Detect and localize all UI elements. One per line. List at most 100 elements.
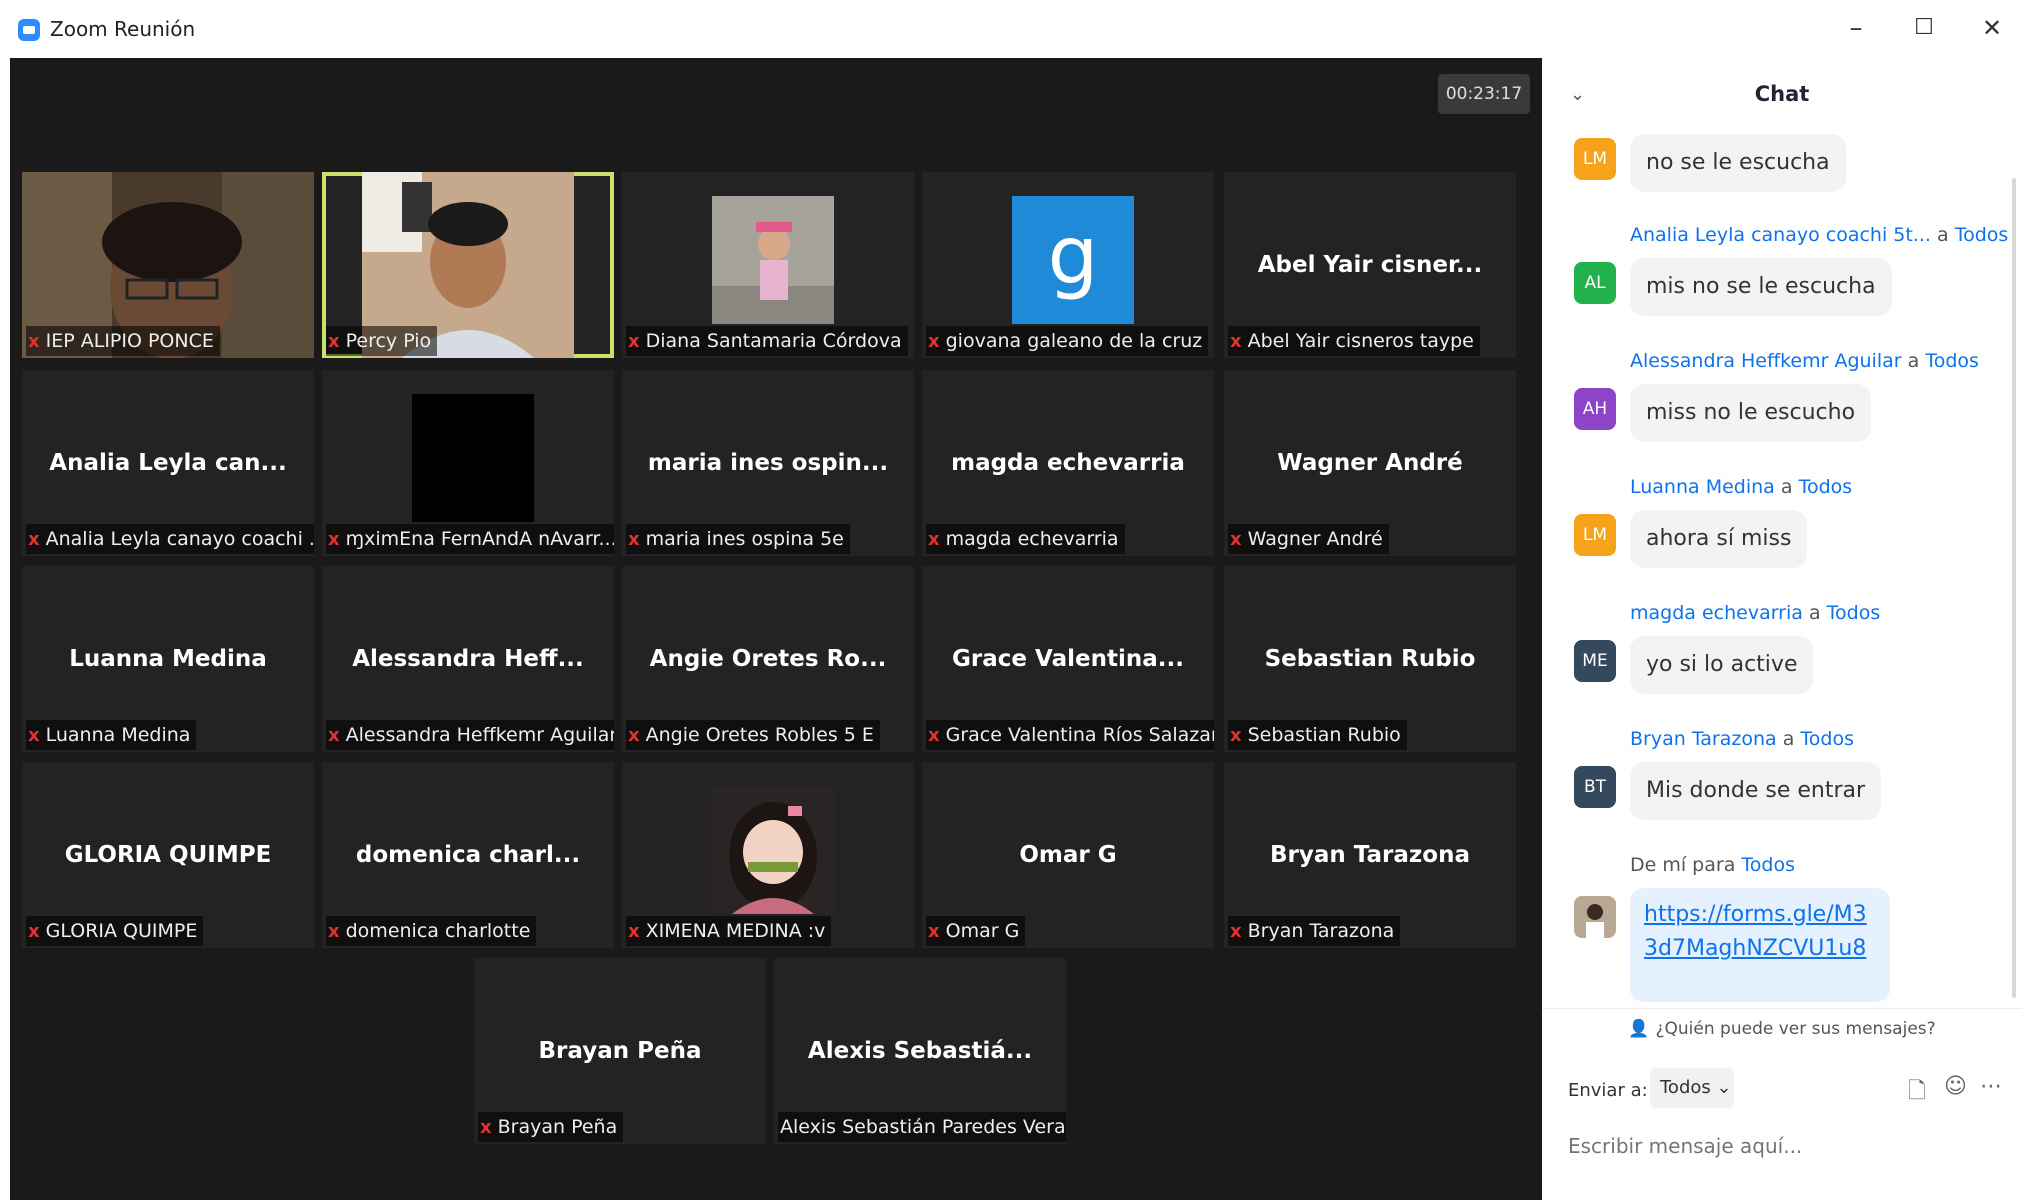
participant-display-name: Wagner André: [1277, 450, 1463, 476]
participant-tile[interactable]: Sebastian Rubio ⅹ Sebastian Rubio: [1224, 566, 1516, 752]
message-sender: magda echevarria a Todos: [1630, 602, 1881, 624]
avatar: LM: [1574, 514, 1616, 556]
participant-tile[interactable]: g ⅹ giovana galeano de la cruz: [922, 172, 1214, 358]
mic-muted-icon: ⅹ: [928, 921, 940, 942]
message-bubble: Mis donde se entrar: [1630, 762, 1882, 820]
participant-photo: [712, 196, 834, 324]
participant-display-name: GLORIA QUIMPE: [64, 842, 272, 868]
mic-muted-icon: ⅹ: [328, 921, 340, 942]
mic-muted-icon: ⅹ: [1230, 921, 1242, 942]
participant-display-name: maria ines ospin...: [647, 450, 889, 476]
own-avatar-photo: [1574, 896, 1616, 938]
message-sender: Analia Leyla canayo coachi 5t... a Todos: [1630, 224, 2009, 246]
participant-tile[interactable]: Brayan Peña ⅹ Brayan Peña: [474, 958, 766, 1144]
participant-display-name: Analia Leyla can...: [49, 450, 287, 476]
who-can-see-messages[interactable]: 👤 ¿Quién puede ver sus mensajes?: [1542, 1008, 2022, 1049]
participant-tile[interactable]: GLORIA QUIMPE ⅹ GLORIA QUIMPE: [22, 762, 314, 948]
participant-name-label: ⅹ magda echevarria: [926, 524, 1125, 554]
chat-title: Chat: [1754, 82, 1810, 106]
participant-name-label: ⅹ IEP ALIPIO PONCE: [26, 326, 220, 356]
participant-display-name: magda echevarria: [951, 450, 1185, 476]
participant-name-label: ⅹ XIMENA MEDINA :v: [626, 916, 832, 946]
mic-muted-icon: ⅹ: [328, 331, 340, 352]
message-sender: Bryan Tarazona a Todos: [1630, 728, 1854, 750]
participant-name-label: ⅹ Omar G: [926, 916, 1026, 946]
avatar: AH: [1574, 388, 1616, 430]
participant-tile[interactable]: ⅹ Diana Santamaria Córdova: [622, 172, 914, 358]
participant-name-label: ⅹ Bryan Tarazona: [1228, 916, 1401, 946]
zoom-logo-icon: [18, 19, 40, 41]
avatar: AL: [1574, 262, 1616, 304]
title-bar: Zoom Reunión – ☐ ✕: [0, 0, 2022, 59]
participant-tile[interactable]: Luanna Medina ⅹ Luanna Medina: [22, 566, 314, 752]
mic-muted-icon: ⅹ: [1230, 331, 1242, 352]
participant-name-label: ⅹ Percy Pio: [326, 326, 438, 356]
send-to-label: Enviar a:: [1568, 1080, 1648, 1101]
participant-display-name: Alexis Sebastiá...: [807, 1038, 1033, 1064]
participant-name-label: ⅹ Alessandra Heffkemr Aguilar: [326, 720, 614, 750]
participant-display-name: Sebastian Rubio: [1264, 646, 1476, 672]
file-icon[interactable]: 🗋: [1908, 1074, 1926, 1112]
participant-name-label: Alexis Sebastián Paredes Vera: [778, 1112, 1066, 1142]
participant-tile[interactable]: ⅹ ɱximEna FernAndA nAvarr...: [322, 370, 614, 556]
participant-tile[interactable]: Omar G ⅹ Omar G: [922, 762, 1214, 948]
participant-name-label: ⅹ Abel Yair cisneros taype: [1228, 326, 1480, 356]
message-link[interactable]: https://forms.gle/M33d7MaghNZCVU1u8: [1630, 888, 1890, 1002]
mic-muted-icon: ⅹ: [28, 529, 40, 550]
maximize-button[interactable]: ☐: [1902, 8, 1946, 48]
participant-tile[interactable]: Angie Oretes Ro... ⅹ Angie Oretes Robles …: [622, 566, 914, 752]
participant-tile[interactable]: Analia Leyla can... ⅹ Analia Leyla canayo…: [22, 370, 314, 556]
participant-tile[interactable]: ⅹ XIMENA MEDINA :v: [622, 762, 914, 948]
participant-display-name: domenica charl...: [355, 842, 581, 868]
participant-tile[interactable]: ⅹ IEP ALIPIO PONCE: [22, 172, 314, 358]
participant-display-name: Abel Yair cisner...: [1257, 252, 1483, 278]
message-sender: Alessandra Heffkemr Aguilar a Todos: [1630, 350, 1979, 372]
participant-name-label: ⅹ maria ines ospina 5e: [626, 524, 850, 554]
participant-name-label: ⅹ Grace Valentina Ríos Salazar: [926, 720, 1214, 750]
chat-message-input[interactable]: [1568, 1126, 1998, 1166]
participant-name-label: ⅹ Angie Oretes Robles 5 E: [626, 720, 880, 750]
participant-display-name: Bryan Tarazona: [1270, 842, 1470, 868]
participant-display-name: Luanna Medina: [69, 646, 267, 672]
chat-scrollbar[interactable]: [2012, 178, 2016, 998]
participant-tile[interactable]: maria ines ospin... ⅹ maria ines ospina 5…: [622, 370, 914, 556]
minimize-button[interactable]: –: [1834, 8, 1878, 48]
mic-muted-icon: ⅹ: [28, 331, 40, 352]
participant-tile-active-speaker[interactable]: ⅹ Percy Pio: [322, 172, 614, 358]
participant-tile[interactable]: Bryan Tarazona ⅹ Bryan Tarazona: [1224, 762, 1516, 948]
meeting-timer: 00:23:17: [1438, 74, 1530, 114]
avatar: ME: [1574, 640, 1616, 682]
participant-avatar: [412, 394, 534, 522]
mic-muted-icon: ⅹ: [28, 725, 40, 746]
more-icon[interactable]: ⋯: [1980, 1074, 2002, 1099]
send-to-dropdown[interactable]: Todos ⌄: [1650, 1068, 1734, 1108]
message-bubble: mis no se le escucha: [1630, 258, 1892, 316]
message-bubble: ahora sí miss: [1630, 510, 1808, 568]
close-button[interactable]: ✕: [1970, 8, 2014, 48]
participant-display-name: Alessandra Heff...: [352, 646, 584, 672]
participant-tile[interactable]: Alexis Sebastiá... Alexis Sebastián Pare…: [774, 958, 1066, 1144]
participant-name-label: ⅹ Diana Santamaria Córdova: [626, 326, 908, 356]
participant-tile[interactable]: domenica charl... ⅹ domenica charlotte: [322, 762, 614, 948]
participant-avatar: g: [1012, 196, 1134, 324]
participant-tile[interactable]: Alessandra Heff... ⅹ Alessandra Heffkemr …: [322, 566, 614, 752]
participant-photo: [712, 786, 834, 914]
avatar: LM: [1574, 138, 1616, 180]
emoji-icon[interactable]: ☺: [1944, 1074, 1967, 1099]
participant-name-label: ⅹ Brayan Peña: [478, 1112, 624, 1142]
participant-tile[interactable]: Wagner André ⅹ Wagner André: [1224, 370, 1516, 556]
participant-name-label: ⅹ Wagner André: [1228, 524, 1389, 554]
mic-muted-icon: ⅹ: [628, 725, 640, 746]
participant-tile[interactable]: magda echevarria ⅹ magda echevarria: [922, 370, 1214, 556]
message-bubble: no se le escucha: [1630, 134, 1846, 192]
mic-muted-icon: ⅹ: [328, 529, 340, 550]
mic-muted-icon: ⅹ: [1230, 725, 1242, 746]
participant-display-name: Angie Oretes Ro...: [649, 646, 887, 672]
participant-name-label: ⅹ domenica charlotte: [326, 916, 537, 946]
participant-tile[interactable]: Abel Yair cisner... ⅹ Abel Yair cisneros …: [1224, 172, 1516, 358]
participant-name-label: ⅹ ɱximEna FernAndA nAvarr...: [326, 524, 614, 554]
mic-muted-icon: ⅹ: [628, 331, 640, 352]
message-sender: De mí para Todos: [1630, 854, 1795, 876]
participant-tile[interactable]: Grace Valentina... ⅹ Grace Valentina Ríos…: [922, 566, 1214, 752]
avatar: BT: [1574, 766, 1616, 808]
